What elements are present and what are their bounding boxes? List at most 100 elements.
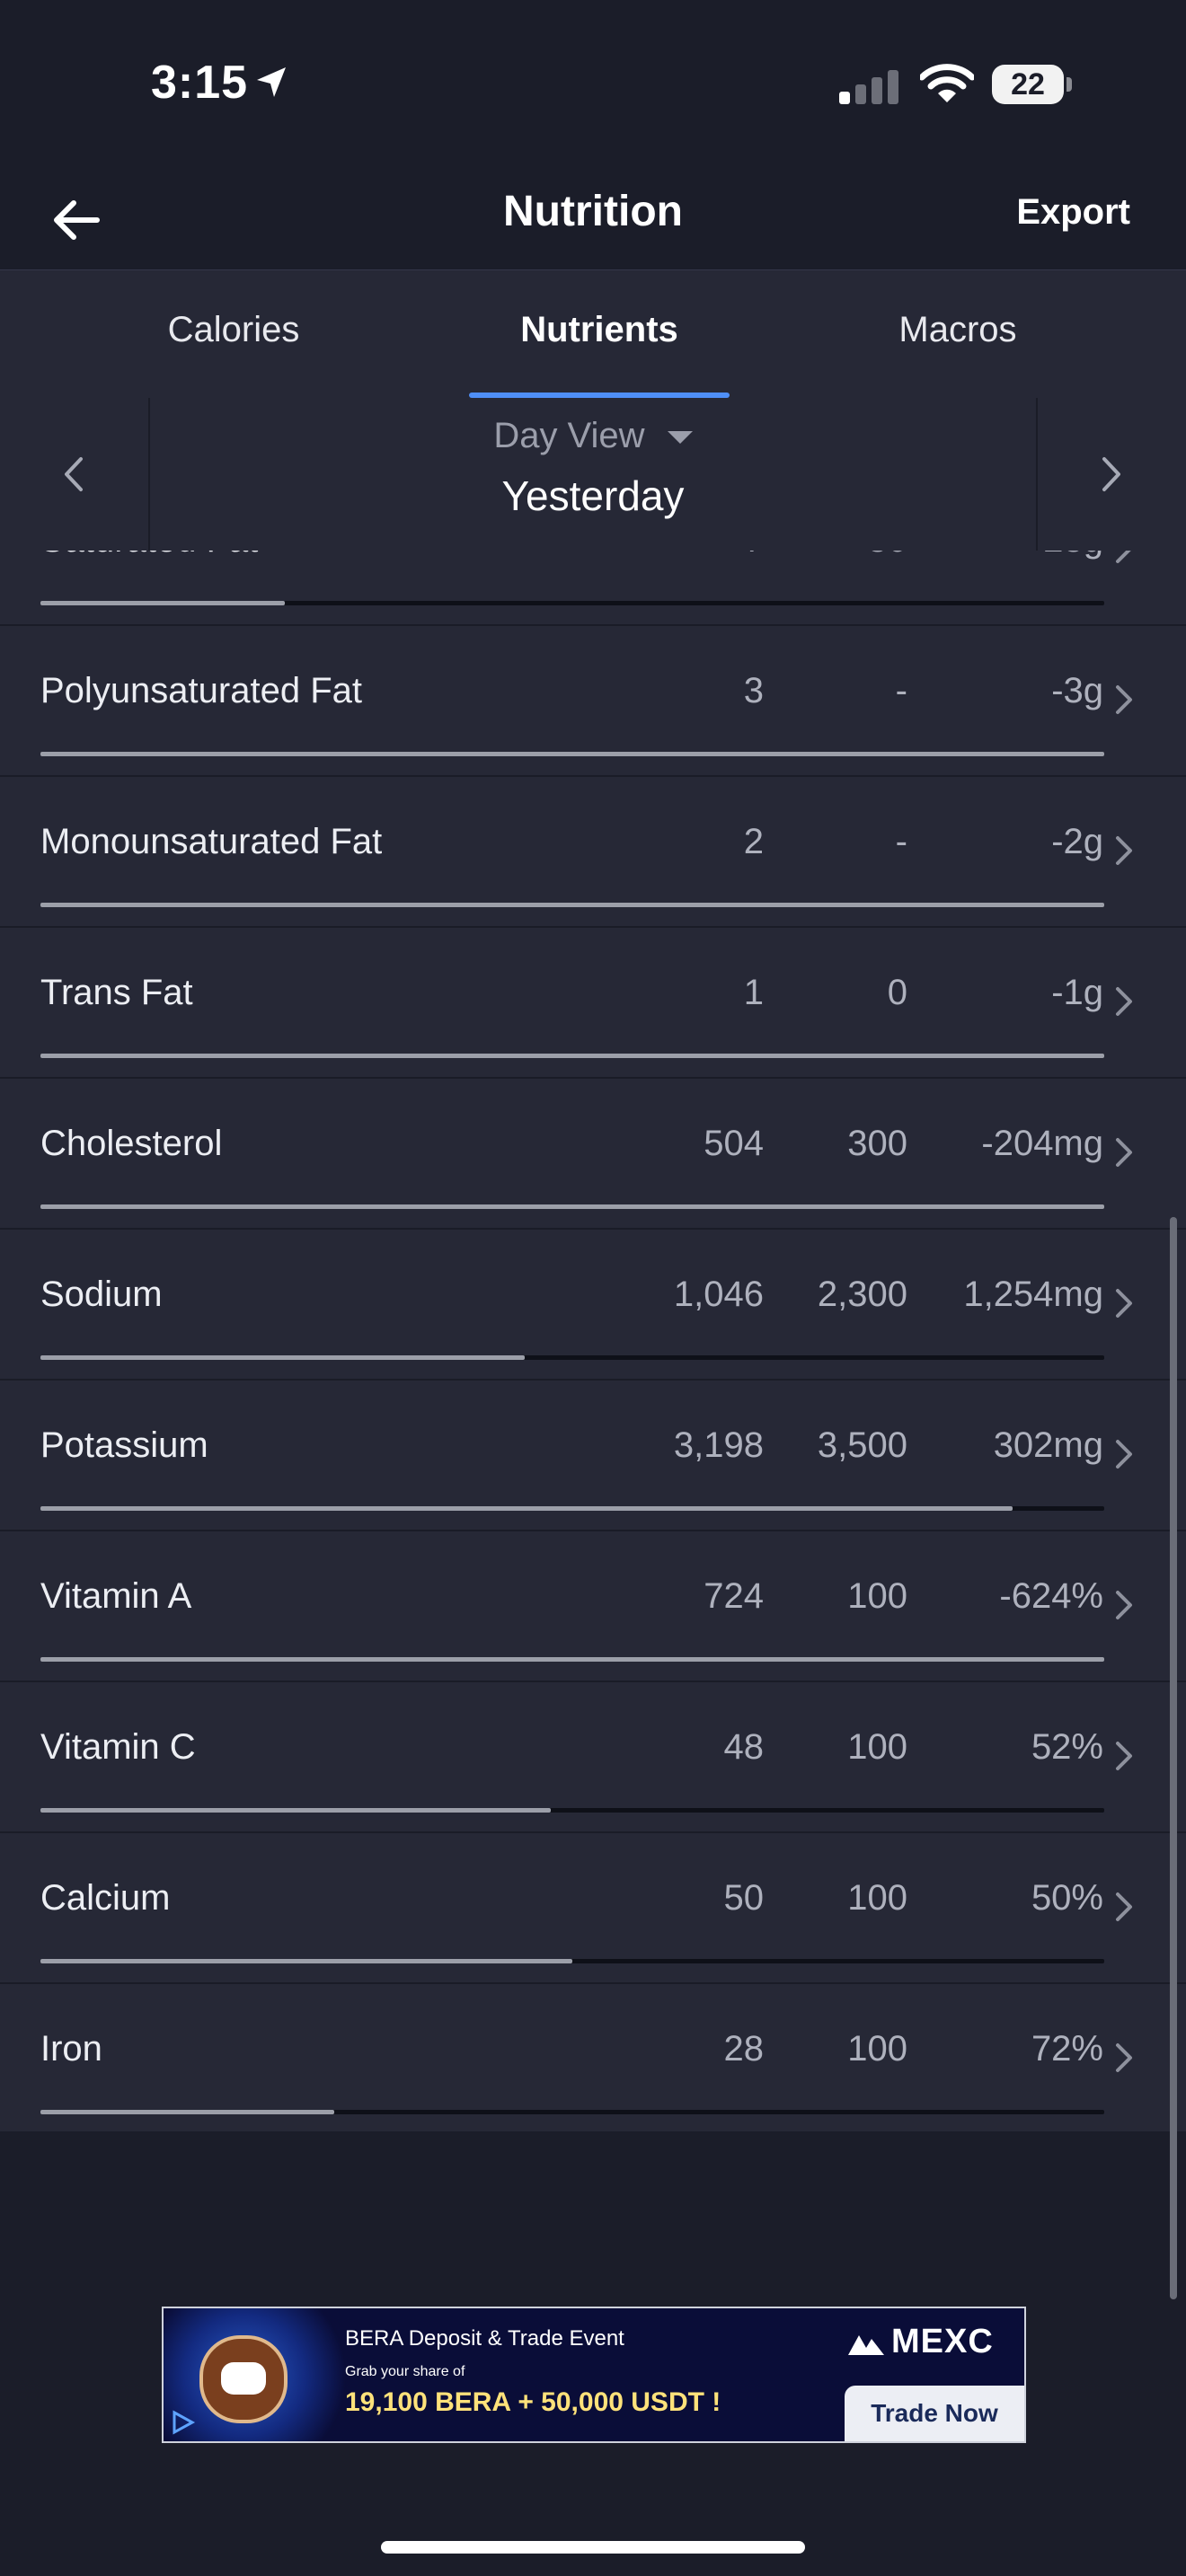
status-bar: 3:15 22: [0, 0, 1186, 171]
tab-calories[interactable]: Calories: [90, 310, 377, 350]
progress-track: [40, 752, 1104, 756]
cellular-signal-icon: [839, 70, 898, 104]
nutrient-name: Saturated Fat: [40, 551, 258, 560]
nutrient-goal: 100: [847, 1727, 907, 1767]
day-view-label: Day View: [493, 416, 645, 455]
tab-bar: Calories Nutrients Macros: [0, 269, 1186, 398]
next-day-button[interactable]: [1036, 398, 1186, 551]
progress-fill: [40, 1204, 1104, 1209]
ad-subline: Grab your share of: [345, 2364, 465, 2379]
nutrient-left: 23g: [906, 551, 1103, 560]
progress-track: [40, 2110, 1104, 2114]
nutrient-left: 302mg: [993, 1425, 1103, 1465]
ad-banner[interactable]: BERA Deposit & Trade Event Grab your sha…: [162, 2307, 1026, 2443]
nutrient-left: -2g: [1051, 822, 1103, 861]
chevron-right-icon: [1112, 551, 1136, 571]
battery-indicator: 22: [992, 65, 1073, 104]
chevron-right-icon: [1112, 2040, 1136, 2080]
progress-fill: [40, 1355, 525, 1360]
progress-fill: [40, 601, 286, 605]
nutrient-goal: 100: [847, 1576, 907, 1616]
ad-cta-button[interactable]: Trade Now: [845, 2386, 1024, 2441]
location-arrow-icon: [257, 67, 286, 97]
wifi-icon: [920, 64, 974, 102]
nutrient-row[interactable]: Saturated Fat 7 3023g: [0, 551, 1186, 626]
tab-nutrients[interactable]: Nutrients: [456, 310, 743, 350]
nutrient-row[interactable]: Cholesterol 504 300 -204mg: [0, 1079, 1186, 1230]
nutrient-row[interactable]: Monounsaturated Fat 2 - -2g: [0, 777, 1186, 928]
nutrient-total: 2: [743, 822, 764, 861]
nutrient-left: 50%: [1031, 1878, 1103, 1918]
nutrient-name: Trans Fat: [40, 973, 193, 1012]
nutrient-name: Sodium: [40, 1275, 163, 1314]
nutrient-row[interactable]: Calcium 50 100 50%: [0, 1833, 1186, 1984]
nutrient-total: 7: [584, 551, 764, 560]
nutrient-row[interactable]: Vitamin A 724 100 -624%: [0, 1531, 1186, 1682]
nutrient-total: 504: [704, 1124, 764, 1163]
nutrient-name: Potassium: [40, 1425, 208, 1465]
nutrient-total: 3,198: [673, 1425, 764, 1465]
status-time: 3:15: [151, 57, 249, 109]
bera-logo-icon: [199, 2335, 288, 2423]
nutrient-goal: 2,300: [817, 1275, 907, 1314]
nutrient-left: 52%: [1031, 1727, 1103, 1767]
nutrient-left: -3g: [1051, 671, 1103, 710]
nutrient-left: -624%: [999, 1576, 1103, 1616]
progress-fill: [40, 1808, 552, 1813]
progress-track: [40, 1355, 1104, 1360]
day-view-dropdown[interactable]: Day View: [0, 416, 1186, 456]
progress-fill: [40, 2110, 334, 2114]
nutrient-name: Monounsaturated Fat: [40, 822, 383, 861]
nutrient-list: Saturated Fat 7 3023g Polyunsaturated Fat 3 -…: [0, 551, 1186, 2131]
nutrient-left: -204mg: [981, 1124, 1103, 1163]
nutrient-name: Iron: [40, 2029, 102, 2069]
nutrient-row[interactable]: Polyunsaturated Fat 3 - -3g: [0, 626, 1186, 777]
progress-fill: [40, 1657, 1104, 1662]
nutrient-total: 28: [723, 2029, 765, 2069]
nutrient-row[interactable]: Vitamin C 48 100 52%: [0, 1682, 1186, 1833]
chevron-right-icon: [1112, 833, 1136, 873]
nutrient-goal: 300: [847, 1124, 907, 1163]
nutrient-goal: 0: [887, 973, 907, 1012]
nutrient-name: Vitamin A: [40, 1576, 192, 1616]
chevron-right-icon: [1112, 1889, 1136, 1929]
progress-fill: [40, 903, 1104, 907]
selected-date: Yesterday: [501, 472, 685, 519]
nutrient-row[interactable]: Sodium 1,046 2,300 1,254mg: [0, 1230, 1186, 1381]
progress-fill: [40, 1506, 1013, 1511]
day-selector: Day View Yesterday: [0, 398, 1186, 551]
chevron-right-icon: [1112, 1134, 1136, 1175]
nutrient-goal: -: [895, 822, 907, 861]
progress-track: [40, 1808, 1104, 1813]
export-button[interactable]: Export: [1016, 192, 1130, 233]
progress-track: [40, 903, 1104, 907]
nutrient-row[interactable]: Potassium 3,198 3,500 302mg: [0, 1381, 1186, 1531]
mexc-logo-icon: [848, 2334, 884, 2355]
nutrient-total: 1: [743, 973, 764, 1012]
adchoices-icon[interactable]: [169, 2409, 196, 2436]
nutrient-goal: 3,500: [817, 1425, 907, 1465]
battery-icon: 22: [992, 65, 1064, 104]
nutrient-total: 50: [723, 1878, 765, 1918]
chevron-right-icon: [1102, 457, 1120, 491]
nutrient-name: Vitamin C: [40, 1727, 196, 1767]
nutrient-total: 3: [743, 671, 764, 710]
nutrient-left: -1g: [1051, 973, 1103, 1012]
nutrient-row[interactable]: Trans Fat 1 0 -1g: [0, 928, 1186, 1079]
nutrient-name: Polyunsaturated Fat: [40, 671, 362, 710]
battery-level: 22: [1011, 67, 1045, 101]
nutrient-row[interactable]: Iron 28 100 72%: [0, 1984, 1186, 2131]
nutrient-name: Calcium: [40, 1878, 171, 1918]
tab-macros[interactable]: Macros: [814, 310, 1102, 350]
progress-track: [40, 1204, 1104, 1209]
progress-track: [40, 1959, 1104, 1963]
scrollbar[interactable]: [1170, 1217, 1177, 2299]
ad-brand-name: MEXC: [891, 2323, 994, 2360]
progress-track: [40, 1506, 1104, 1511]
progress-fill: [40, 1959, 572, 1963]
nutrient-name: Cholesterol: [40, 1124, 223, 1163]
nutrient-goal: 30: [773, 551, 908, 560]
home-indicator: [381, 2541, 805, 2554]
ad-headline: BERA Deposit & Trade Event: [345, 2326, 624, 2351]
navigation-bar: Nutrition Export: [0, 171, 1186, 269]
